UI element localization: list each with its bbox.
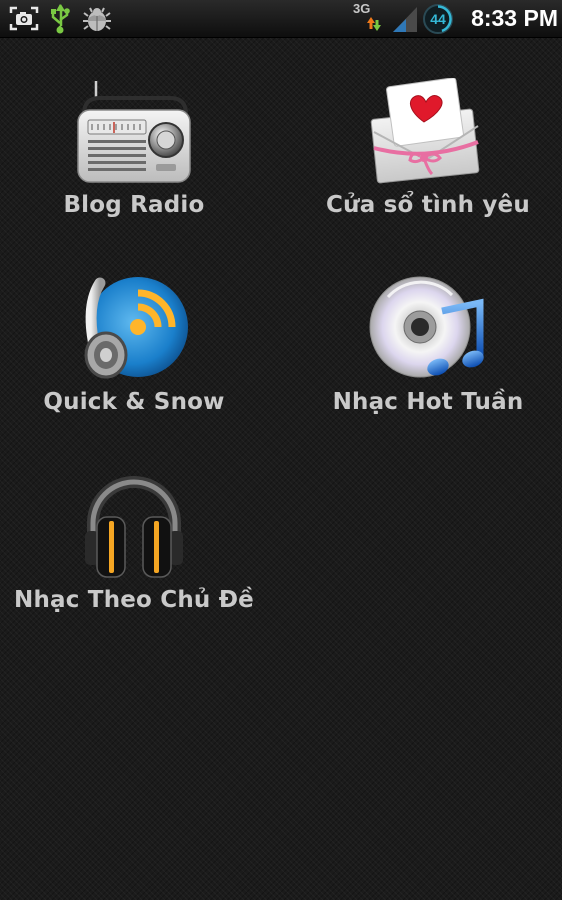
headphone-wifi-icon [84,277,188,379]
app-label: Quick & Snow [43,389,225,415]
cd-music-icon [369,276,484,378]
app-label: Blog Radio [63,192,205,218]
app-nhac-theo-chu-de[interactable]: Nhạc Theo Chủ Đề [0,433,284,613]
clock-time: 8:33 PM [471,5,558,31]
headphones-icon [85,476,183,578]
status-bar: 3G 44 8:33 PM [0,0,562,38]
app-nhac-hot-tuan[interactable]: Nhạc Hot Tuần [278,235,562,415]
signal-icon [393,7,417,32]
usb-icon [51,4,70,34]
app-label: Cửa sổ tình yêu [326,192,530,218]
app-blog-radio[interactable]: Blog Radio [0,38,284,218]
app-cua-so-tinh-yeu[interactable]: Cửa sổ tình yêu [278,38,562,218]
battery-icon: 44 [423,4,453,34]
app-label: Nhạc Hot Tuần [332,389,524,415]
app-quick-and-snow[interactable]: Quick & Snow [0,235,284,415]
debug-icon [83,7,111,31]
data-activity-icon [367,17,381,31]
screenshot-icon [9,6,39,31]
love-letter-icon [370,78,480,184]
radio-icon [77,81,191,183]
app-label: Nhạc Theo Chủ Đề [14,587,254,613]
network-type-label: 3G [353,1,371,16]
battery-level-text: 44 [430,11,446,27]
